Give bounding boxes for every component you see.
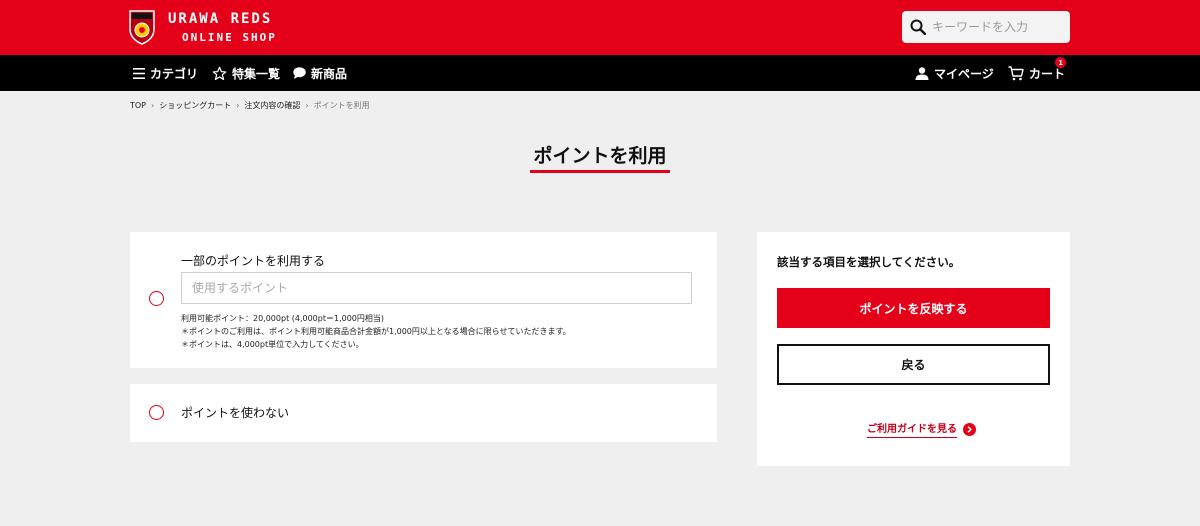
page-title: ポイントを利用 [533, 145, 667, 167]
nav-category-label: カテゴリ [150, 66, 199, 81]
points-notes: 利用可能ポイント：20,000pt (4,000pt＝1,000円相当) ＊ポイ… [181, 312, 571, 351]
logo-text: URAWA REDS ONLINE SHOP [168, 12, 277, 43]
main-nav: カテゴリ 特集一覧 新商品 マイページ カート 1 [0, 55, 1200, 91]
nav-cart[interactable]: カート 1 [1008, 55, 1066, 91]
breadcrumb-current: ポイントを利用 [313, 101, 370, 110]
radio-no-points[interactable] [149, 405, 164, 420]
nav-category[interactable]: カテゴリ [133, 55, 198, 91]
nav-features-label: 特集一覧 [232, 66, 281, 81]
option-none-label: ポイントを使わない [181, 406, 290, 420]
available-points-note: 利用可能ポイント：20,000pt (4,000pt＝1,000円相当) [181, 314, 385, 323]
logo-title: URAWA REDS [168, 10, 273, 27]
site-header: URAWA REDS ONLINE SHOP [0, 0, 1200, 55]
option-card-none: ポイントを使わない [130, 384, 717, 442]
logo-subtitle: ONLINE SHOP [182, 30, 277, 44]
site-logo[interactable]: URAWA REDS ONLINE SHOP [128, 9, 277, 45]
search-box[interactable] [902, 11, 1070, 43]
side-heading: 該当する項目を選択してください。 [777, 255, 961, 269]
nav-mypage[interactable]: マイページ [915, 55, 994, 91]
nav-new-items[interactable]: 新商品 [293, 55, 347, 91]
usage-guide-link[interactable]: ご利用ガイドを見る [867, 420, 976, 438]
unit-note: ＊ポイントは、4,000pt単位で入力してください。 [181, 340, 364, 349]
arrow-right-icon [963, 422, 976, 436]
breadcrumb-top[interactable]: TOP [130, 101, 146, 110]
chevron-right-icon: › [151, 101, 155, 110]
cart-icon [1008, 65, 1024, 80]
minimum-amount-note: ＊ポイントのご利用は、ポイント利用可能商品合計金額が1,000円以上となる場合に… [181, 327, 571, 336]
star-icon [212, 66, 227, 80]
chevron-right-icon: › [236, 101, 240, 110]
back-button[interactable]: 戻る [777, 344, 1050, 385]
search-icon[interactable] [910, 19, 926, 35]
title-underline [530, 170, 670, 173]
breadcrumb: TOP › ショッピングカート › 注文内容の確認 › ポイントを利用 [130, 100, 370, 111]
user-icon [915, 66, 929, 80]
cart-count-badge: 1 [1055, 57, 1066, 68]
option-partial-label: 一部のポイントを利用する [181, 254, 326, 268]
breadcrumb-confirm[interactable]: 注文内容の確認 [244, 100, 300, 111]
points-input[interactable] [181, 272, 692, 304]
search-input[interactable] [932, 20, 1062, 34]
side-panel: 該当する項目を選択してください。 ポイントを反映する 戻る ご利用ガイドを見る [757, 232, 1070, 466]
nav-mypage-label: マイページ [934, 66, 994, 81]
menu-icon [133, 67, 145, 79]
breadcrumb-cart[interactable]: ショッピングカート [159, 100, 231, 111]
club-crest-icon [129, 10, 155, 45]
nav-new-items-label: 新商品 [311, 66, 348, 81]
option-card-partial: 一部のポイントを利用する 利用可能ポイント：20,000pt (4,000pt＝… [130, 232, 717, 368]
chevron-right-icon: › [305, 101, 309, 110]
speech-bubble-icon [293, 67, 306, 79]
usage-guide-label: ご利用ガイドを見る [867, 420, 957, 438]
nav-features[interactable]: 特集一覧 [212, 55, 280, 91]
apply-points-button[interactable]: ポイントを反映する [777, 288, 1050, 328]
radio-use-partial-points[interactable] [149, 291, 164, 306]
